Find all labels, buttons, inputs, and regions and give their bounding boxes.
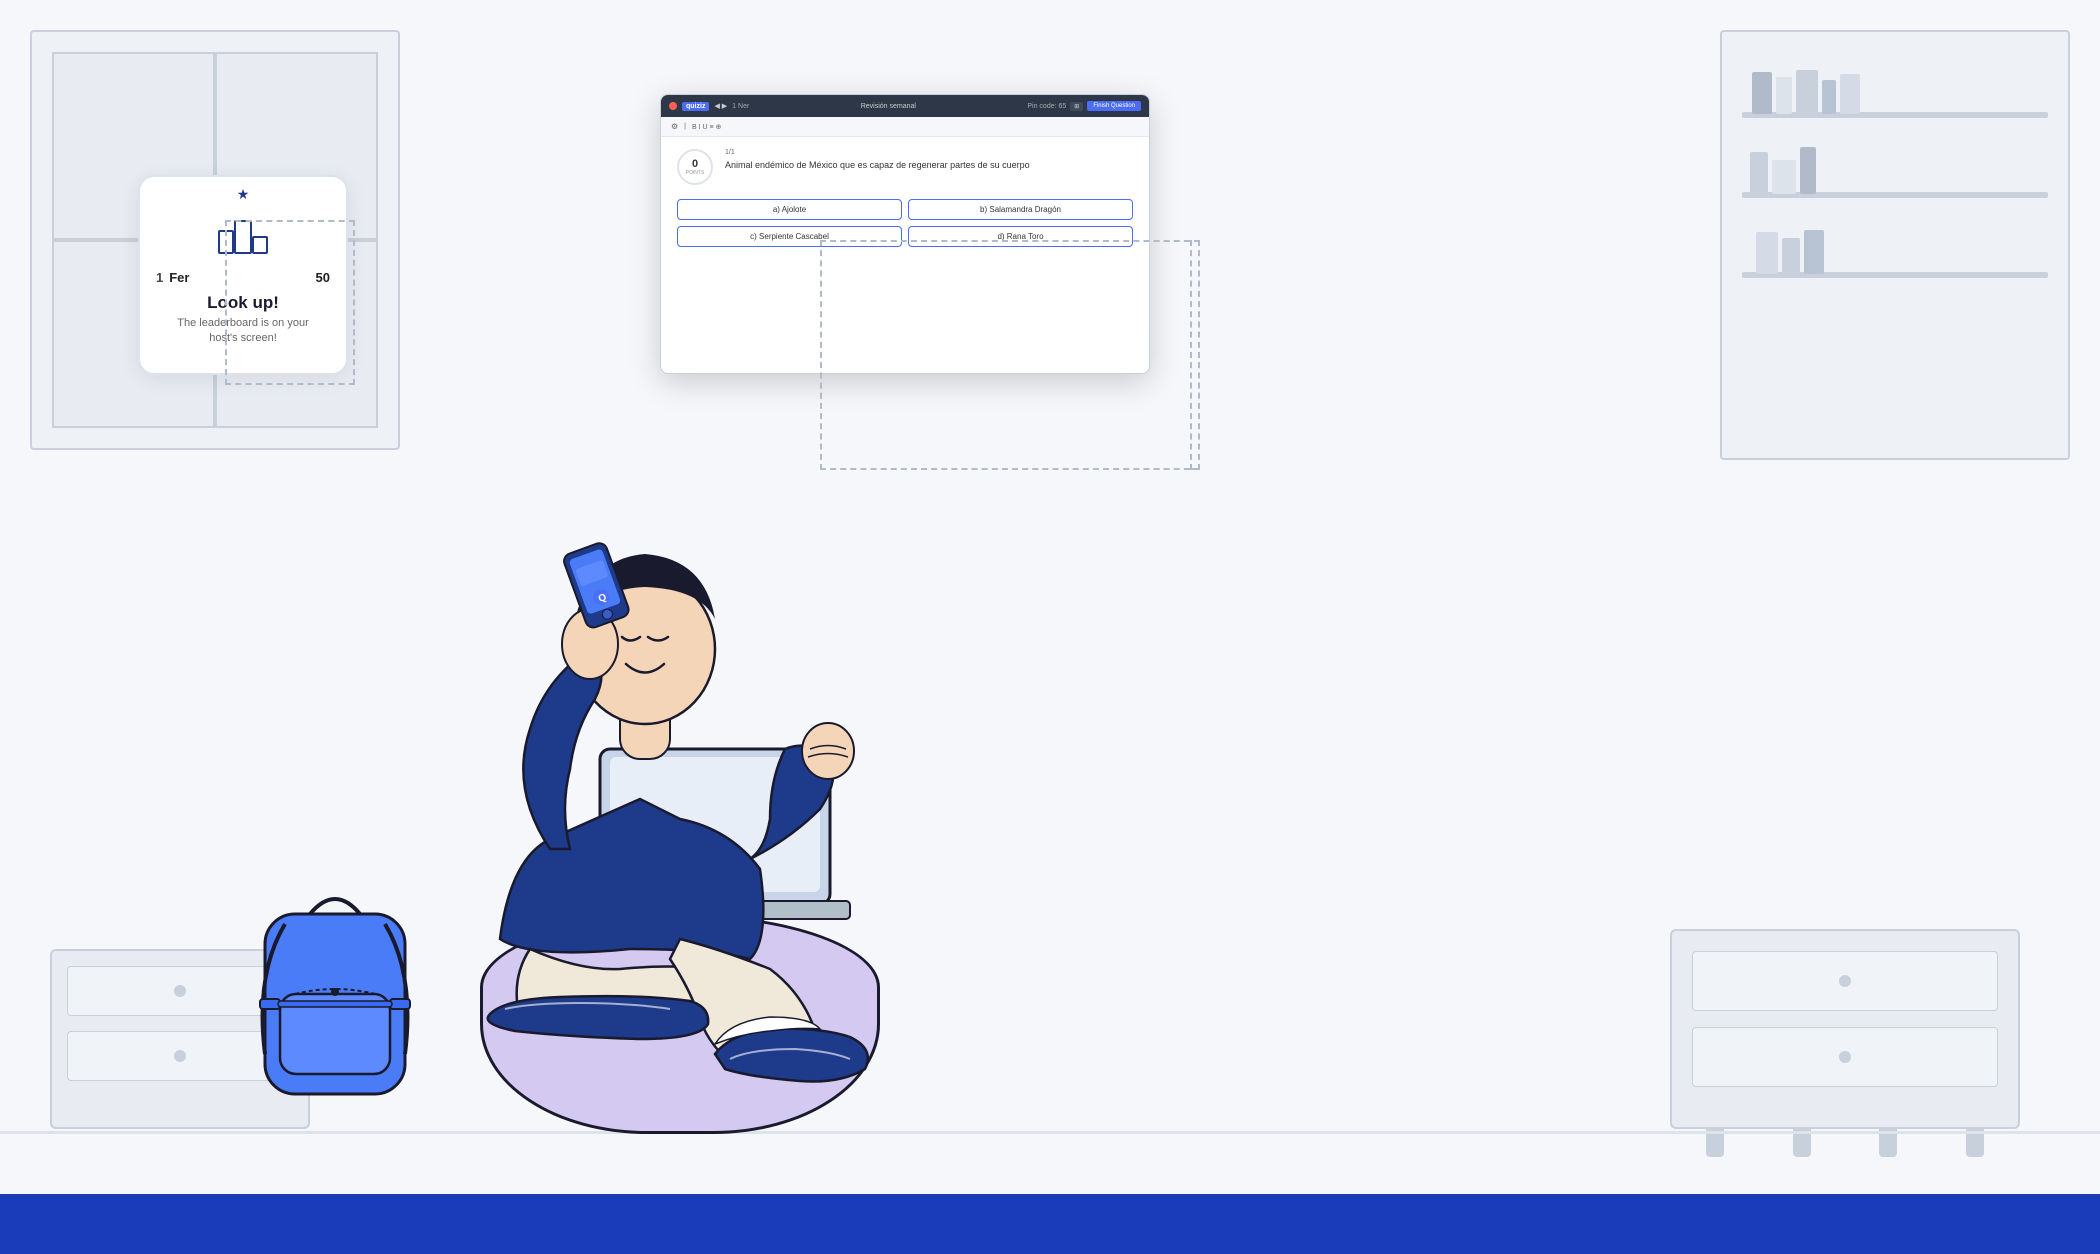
toolbar-icon: ⚙ bbox=[671, 122, 678, 131]
book-4 bbox=[1822, 80, 1836, 114]
option-b-label: b) Salamandra Dragón bbox=[980, 205, 1061, 214]
pin-code: Pin code: 65 bbox=[1027, 103, 1066, 110]
timer-value: 0 bbox=[692, 159, 698, 170]
dresser-knob-top bbox=[1839, 975, 1851, 987]
timer-circle: 0 POINTS bbox=[677, 149, 713, 185]
quiz-brand: quiziz bbox=[682, 102, 709, 111]
dashed-corner-right bbox=[1190, 240, 1200, 470]
rank-number: 1 bbox=[156, 270, 163, 285]
window-close-btn[interactable] bbox=[669, 102, 677, 110]
book-8 bbox=[1800, 147, 1816, 194]
book-1 bbox=[1752, 72, 1772, 114]
question-number: 1/1 bbox=[725, 149, 1133, 156]
book-9 bbox=[1756, 232, 1778, 274]
grid-btn[interactable]: ⊞ bbox=[1070, 102, 1083, 111]
titlebar-right: Pin code: 65 ⊞ Finish Question bbox=[1027, 101, 1141, 111]
dresser-knob-bottom bbox=[1839, 1051, 1851, 1063]
star-icon: ★ bbox=[237, 186, 250, 203]
quiz-toolbar: ⚙ | B I U ≡ ⊕ bbox=[661, 117, 1149, 137]
option-a[interactable]: a) Ajolote bbox=[677, 199, 902, 220]
timer-label: POINTS bbox=[686, 170, 705, 176]
dresser-drawer-top bbox=[1692, 951, 1998, 1011]
window-frame-right bbox=[1720, 30, 2070, 460]
option-c-label: c) Serpiente Cascabel bbox=[750, 232, 829, 241]
finish-question-btn[interactable]: Finish Question bbox=[1087, 101, 1141, 111]
question-text: Animal endémico de México que es capaz d… bbox=[725, 159, 1133, 173]
book-10 bbox=[1782, 238, 1800, 274]
quiz-title: Revisión semanal bbox=[861, 103, 916, 110]
person-illustration: Q bbox=[330, 359, 910, 1139]
bottom-bar bbox=[0, 1194, 2100, 1254]
dresser-left-knob-1 bbox=[174, 985, 186, 997]
book-6 bbox=[1750, 152, 1768, 194]
timer-row: 0 POINTS 1/1 Animal endémico de México q… bbox=[677, 149, 1133, 185]
book-2 bbox=[1776, 77, 1792, 114]
book-5 bbox=[1840, 74, 1860, 114]
book-11 bbox=[1804, 230, 1824, 274]
titlebar-ner: 1 Ner bbox=[732, 103, 749, 110]
toolbar-items: B I U ≡ ⊕ bbox=[692, 123, 721, 131]
option-a-label: a) Ajolote bbox=[773, 205, 806, 214]
quiz-titlebar: quiziz ◀ ▶ 1 Ner Revisión semanal Pin co… bbox=[661, 95, 1149, 117]
question-area: 1/1 Animal endémico de México que es cap… bbox=[725, 149, 1133, 173]
book-7 bbox=[1772, 160, 1796, 194]
dresser-right bbox=[1670, 929, 2020, 1129]
titlebar-left: quiziz ◀ ▶ 1 Ner bbox=[669, 102, 749, 111]
dresser-drawer-bottom bbox=[1692, 1027, 1998, 1087]
bookshelf-area bbox=[1742, 52, 2048, 438]
dresser-left-knob-2 bbox=[174, 1050, 186, 1062]
option-b[interactable]: b) Salamandra Dragón bbox=[908, 199, 1133, 220]
titlebar-center: Revisión semanal bbox=[861, 103, 916, 110]
book-3 bbox=[1796, 70, 1818, 114]
titlebar-nav: ◀ ▶ bbox=[714, 102, 727, 110]
toolbar-separator: | bbox=[684, 123, 686, 130]
